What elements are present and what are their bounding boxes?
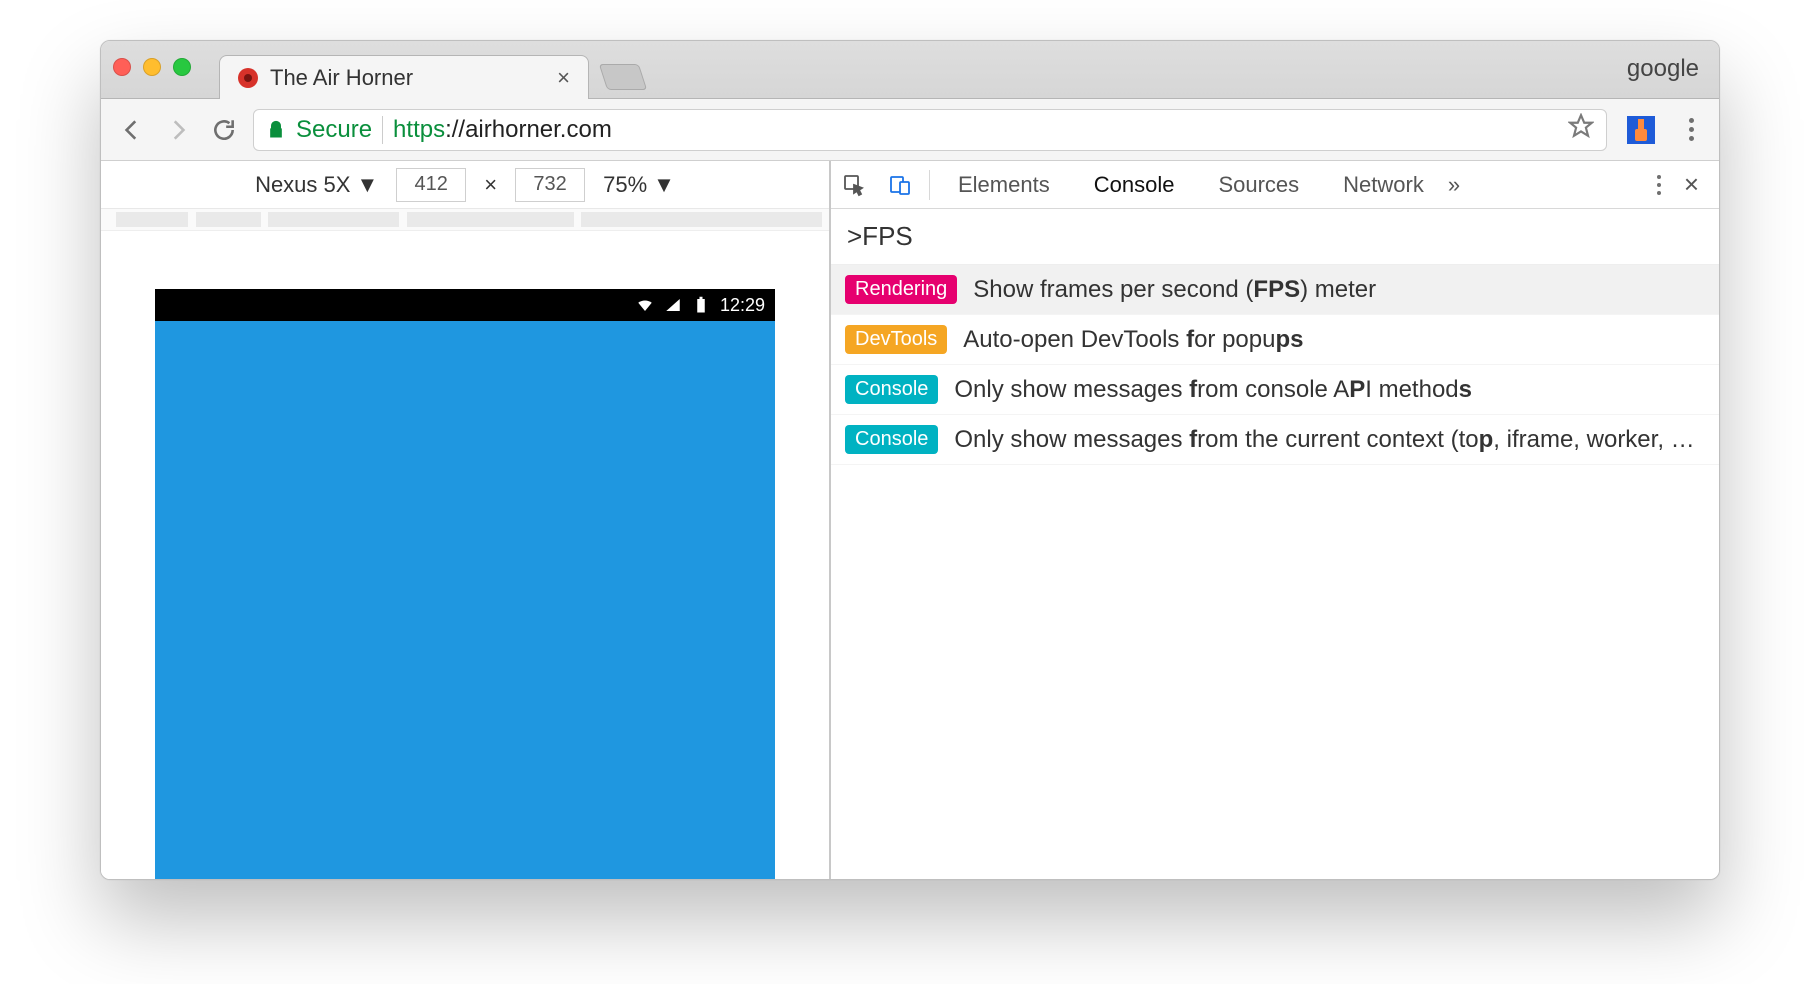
forward-button[interactable] (161, 113, 195, 147)
command-category-badge: Console (845, 375, 938, 404)
browser-tabstrip: The Air Horner × google (101, 41, 1719, 99)
command-category-badge: DevTools (845, 325, 947, 354)
devtools-tabbar: ElementsConsoleSourcesNetwork » × (831, 161, 1719, 209)
command-menu-item[interactable]: Rendering Show frames per second (FPS) me… (831, 265, 1719, 315)
command-menu-input[interactable]: >FPS (831, 209, 1719, 265)
command-label: Auto-open DevTools for popups (963, 326, 1303, 354)
secure-label: Secure (296, 116, 383, 144)
command-category-badge: Console (845, 425, 938, 454)
device-toolbar: Nexus 5X▼ × 75%▼ (101, 161, 829, 209)
airhorner-app[interactable] (155, 321, 775, 879)
command-label: Show frames per second (FPS) meter (973, 276, 1376, 304)
lighthouse-extension-icon[interactable] (1627, 116, 1655, 144)
devtools-pane: ElementsConsoleSourcesNetwork » × >FPS R… (831, 161, 1719, 879)
window-minimize-button[interactable] (143, 58, 161, 76)
devtools-tab-elements[interactable]: Elements (936, 161, 1072, 208)
reload-button[interactable] (207, 113, 241, 147)
device-width-input[interactable] (396, 168, 466, 202)
devtools-overflow-button[interactable]: » (1448, 172, 1460, 198)
wifi-icon (636, 296, 654, 314)
tab-favicon-icon (238, 68, 258, 88)
window-controls (113, 58, 191, 76)
url-text: https://airhorner.com (393, 116, 612, 144)
command-menu-item[interactable]: Console Only show messages from console A… (831, 365, 1719, 415)
signal-icon (664, 296, 682, 314)
browser-tab[interactable]: The Air Horner × (219, 55, 589, 99)
android-status-bar: 12:29 (155, 289, 775, 321)
command-menu-item[interactable]: DevTools Auto-open DevTools for popups (831, 315, 1719, 365)
tab-close-button[interactable]: × (557, 65, 570, 91)
tab-title: The Air Horner (270, 65, 413, 91)
command-label: Only show messages from console API meth… (954, 376, 1472, 404)
device-height-input[interactable] (515, 168, 585, 202)
command-menu-results: Rendering Show frames per second (FPS) me… (831, 265, 1719, 465)
devtools-menu-button[interactable] (1644, 175, 1674, 195)
battery-icon (692, 296, 710, 314)
device-stage: 12:29 (101, 231, 829, 879)
command-label: Only show messages from the current cont… (954, 426, 1694, 454)
browser-toolbar: Secure https://airhorner.com (101, 99, 1719, 161)
dim-x: × (484, 172, 497, 198)
address-bar[interactable]: Secure https://airhorner.com (253, 109, 1607, 151)
profile-label[interactable]: google (1627, 55, 1699, 83)
status-time: 12:29 (720, 295, 765, 316)
inspect-element-button[interactable] (831, 162, 877, 208)
content-area: Nexus 5X▼ × 75%▼ (101, 161, 1719, 879)
bookmark-star-button[interactable] (1568, 113, 1594, 146)
responsive-ruler (101, 209, 829, 231)
command-category-badge: Rendering (845, 275, 957, 304)
devtools-tab-console[interactable]: Console (1072, 161, 1197, 208)
separator (929, 170, 930, 200)
chrome-menu-button[interactable] (1677, 118, 1705, 141)
command-menu-item[interactable]: Console Only show messages from the curre… (831, 415, 1719, 465)
devtools-close-button[interactable]: × (1674, 169, 1709, 200)
lock-icon (266, 120, 286, 140)
toggle-device-toolbar-button[interactable] (877, 162, 923, 208)
device-emulation-pane: Nexus 5X▼ × 75%▼ (101, 161, 831, 879)
emulated-device[interactable]: 12:29 (155, 289, 775, 879)
chrome-window: The Air Horner × google Secure (100, 40, 1720, 880)
window-close-button[interactable] (113, 58, 131, 76)
devtools-tab-network[interactable]: Network (1321, 161, 1446, 208)
devtools-tab-sources[interactable]: Sources (1196, 161, 1321, 208)
zoom-select[interactable]: 75%▼ (603, 172, 675, 198)
device-select[interactable]: Nexus 5X▼ (255, 172, 378, 198)
new-tab-button[interactable] (599, 64, 647, 90)
window-zoom-button[interactable] (173, 58, 191, 76)
back-button[interactable] (115, 113, 149, 147)
